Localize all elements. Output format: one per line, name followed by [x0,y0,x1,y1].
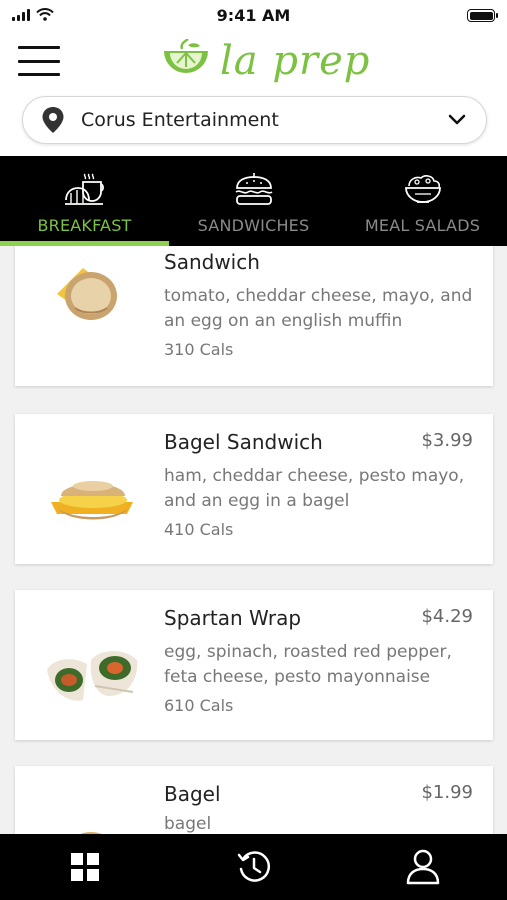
status-bar: 9:41 AM [0,0,507,34]
item-info: Bagel $1.99 bagel [164,782,473,834]
menu-button[interactable] [18,46,60,76]
location-selector[interactable]: Corus Entertainment [22,96,487,144]
location-pin-icon [42,107,64,133]
breakfast-icon [64,173,104,205]
item-image [51,481,133,520]
tab-sandwiches[interactable]: SANDWICHES [169,156,338,246]
profile-icon [406,849,439,885]
item-price: $1.99 [421,782,473,803]
brand-name: la prep [220,38,371,84]
battery-icon [467,9,498,22]
menu-line [18,59,60,63]
item-price: $3.99 [421,430,473,451]
tab-breakfast[interactable]: BREAKFAST [0,156,169,246]
menu-line [18,46,60,49]
menu-item-card[interactable]: Sandwich tomato, cheddar cheese, mayo, a… [15,246,493,386]
menu-item-card[interactable]: Bagel $1.99 bagel [15,766,493,834]
item-description: egg, spinach, roasted red pepper, feta c… [164,642,452,687]
item-calories: 410 Cals [164,520,234,539]
lime-cup-icon [164,39,208,73]
menu-item-card[interactable]: Spartan Wrap $4.29 egg, spinach, roasted… [15,590,493,740]
profile-button[interactable] [393,842,453,892]
item-description: tomato, cheddar cheese, mayo, and an egg… [164,286,473,331]
item-calories: 310 Cals [164,340,234,359]
item-image [80,832,102,834]
category-tabs: BREAKFAST SANDWICHES MEAL SALADS [0,156,507,246]
status-time: 9:41 AM [216,6,291,25]
history-icon [237,851,270,882]
chevron-down-icon [448,114,466,125]
brand-logo: la prep [160,38,370,84]
location-name: Corus Entertainment [81,109,279,131]
tab-label: MEAL SALADS [364,216,481,235]
menu-line [18,73,60,76]
item-image [57,268,117,320]
item-description: bagel [164,814,212,834]
menu-item-card[interactable]: Bagel Sandwich $3.99 ham, cheddar cheese… [15,414,493,564]
app-header: la prep [0,34,507,92]
item-calories: 610 Cals [164,696,234,715]
item-name: Sandwich [164,250,260,274]
tab-label: SANDWICHES [197,216,310,235]
item-price: $4.29 [421,606,473,627]
menu-grid-button[interactable] [55,842,115,892]
item-image [47,651,138,701]
sandwich-icon [235,173,272,205]
item-description: ham, cheddar cheese, pesto mayo, and an … [164,466,465,511]
tab-meal-salads[interactable]: MEAL SALADS [338,156,507,246]
order-history-button[interactable] [224,842,284,892]
grid-icon [70,853,99,881]
tab-label: BREAKFAST [37,216,132,235]
salad-icon [404,175,441,203]
item-info: Bagel Sandwich $3.99 ham, cheddar cheese… [164,430,473,539]
item-info: Sandwich tomato, cheddar cheese, mayo, a… [164,250,473,359]
bottom-navigation [0,834,507,900]
menu-list: Sandwich tomato, cheddar cheese, mayo, a… [0,246,507,834]
item-info: Spartan Wrap $4.29 egg, spinach, roasted… [164,606,473,715]
